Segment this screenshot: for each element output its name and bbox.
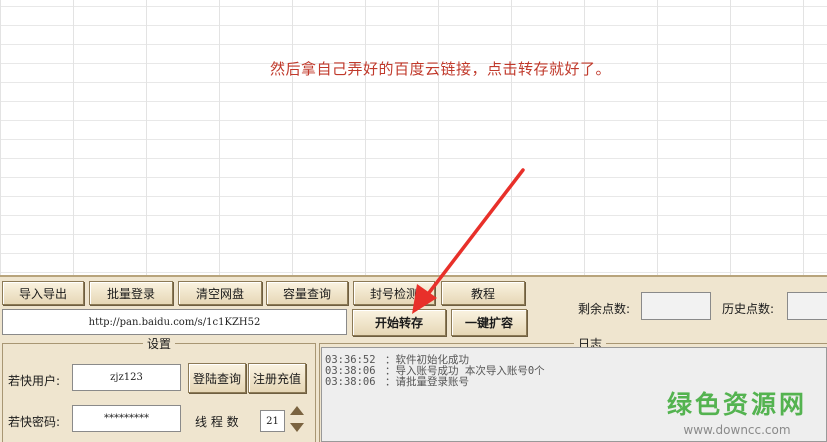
batch-login-button[interactable]: 批量登录 xyxy=(89,281,173,305)
remaining-points-value xyxy=(641,292,711,320)
thread-spinner[interactable] xyxy=(289,406,305,432)
ban-check-button[interactable]: 封号检测 xyxy=(353,281,435,305)
tutorial-button[interactable]: 教程 xyxy=(441,281,525,305)
watermark-logo-text: 绿色资源网 xyxy=(666,390,807,419)
history-points-label: 历史点数: xyxy=(722,302,775,316)
password-label: 若快密码: xyxy=(8,415,61,429)
import-export-button[interactable]: 导入导出 xyxy=(2,281,84,305)
thread-count-label: 线 程 数 xyxy=(195,415,239,429)
watermark-url: www.downcc.com xyxy=(683,423,791,437)
settings-title: 设置 xyxy=(143,335,176,352)
thread-count-input[interactable]: 21 xyxy=(260,410,285,432)
login-query-button[interactable]: 登陆查询 xyxy=(188,363,246,393)
instruction-caption: 然后拿自己弄好的百度云链接，点击转存就好了。 xyxy=(270,60,612,78)
user-input[interactable]: zjz123 xyxy=(72,364,181,391)
share-url-input[interactable]: http://pan.baidu.com/s/1c1KZH52 xyxy=(2,309,347,335)
capacity-query-button[interactable]: 容量查询 xyxy=(266,281,348,305)
one-click-expand-button[interactable]: 一键扩容 xyxy=(451,309,527,336)
register-recharge-button[interactable]: 注册充值 xyxy=(248,363,306,393)
spinner-down-icon[interactable] xyxy=(290,423,304,432)
start-transfer-button[interactable]: 开始转存 xyxy=(352,309,446,336)
spinner-up-icon[interactable] xyxy=(290,406,304,415)
password-input[interactable]: ********* xyxy=(72,405,181,432)
history-points-value xyxy=(787,292,827,320)
clear-disk-button[interactable]: 清空网盘 xyxy=(178,281,262,305)
site-watermark: 绿色资源网 www.downcc.com xyxy=(667,385,807,437)
user-label: 若快用户: xyxy=(8,374,61,388)
spreadsheet-background xyxy=(0,0,827,275)
remaining-points-label: 剩余点数: xyxy=(578,302,631,316)
